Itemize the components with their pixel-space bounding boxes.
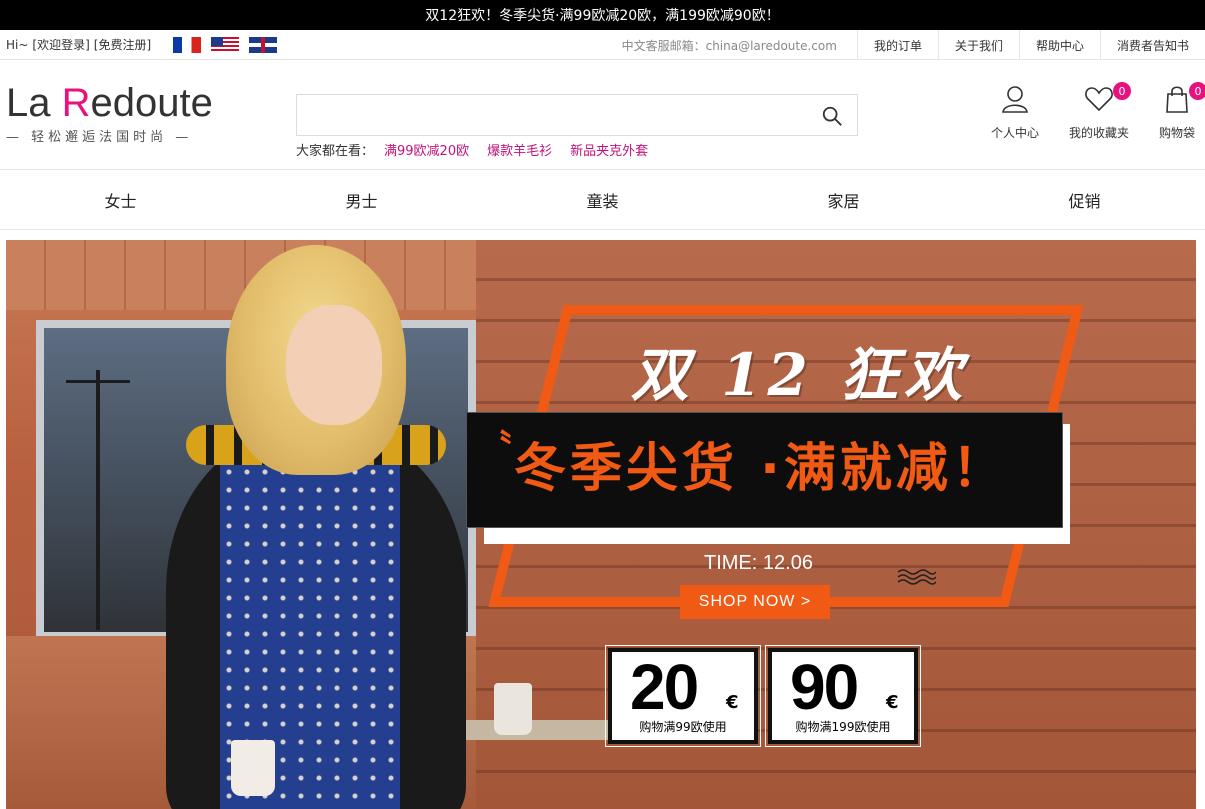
coupon-amount: 90 (790, 651, 859, 723)
banner-mug (494, 683, 532, 735)
hot-tag-link[interactable]: 新品夹克外套 (570, 140, 648, 159)
site-logo[interactable]: La Redoute — 轻松邂逅法国时尚 — (6, 82, 213, 145)
hot-tag-link[interactable]: 爆款羊毛衫 (487, 140, 552, 159)
hot-tag-link[interactable]: 满99欧减20欧 (384, 140, 469, 159)
language-flags (173, 36, 278, 53)
service-email: 中文客服邮箱：china@laredoute.com (621, 38, 837, 53)
search-input[interactable] (297, 95, 797, 135)
greeting-text: Hi~ (6, 37, 29, 52)
waves-icon (897, 569, 936, 585)
top-promo-bar[interactable]: 双12狂欢！冬季尖货·满99欧减20欧，满199欧减90欧！ (0, 0, 1205, 30)
user-icon (1002, 86, 1028, 113)
account-button[interactable]: 个人中心 (991, 84, 1039, 141)
nav-item-women[interactable]: 女士 (0, 170, 241, 229)
promo-headline: 冬季尖货 ·满就减！ (514, 439, 1008, 499)
shopping-bag-icon (1166, 86, 1188, 113)
login-link[interactable]: [欢迎登录] (32, 36, 89, 53)
promo-title: 双 12 狂欢 (631, 341, 969, 409)
about-us-link[interactable]: 关于我们 (937, 30, 1019, 60)
utility-bar: Hi~ [欢迎登录] [免费注册] 中文客服邮箱：china@laredoute… (0, 30, 1205, 60)
cart-count-badge: 0 (1189, 82, 1205, 100)
user-links: Hi~ [欢迎登录] [免费注册] (0, 36, 278, 53)
hot-searches-label: 大家都在看： (296, 144, 375, 159)
header-icons: 个人中心 0 我的收藏夹 0 购物袋 (991, 82, 1205, 141)
logo-wordmark: La Redoute (6, 81, 213, 125)
flag-uk-icon[interactable] (249, 36, 278, 53)
hero-banner[interactable]: 双 12 狂欢 〝 冬季尖货 ·满就减！ TIME: 12.06 SHOP NO… (6, 240, 1196, 809)
account-label: 个人中心 (990, 126, 1039, 140)
nav-item-men[interactable]: 男士 (241, 170, 482, 229)
consumer-notice-link[interactable]: 消费者告知书 (1099, 30, 1205, 60)
favorites-label: 我的收藏夹 (1068, 126, 1129, 140)
favorites-button[interactable]: 0 我的收藏夹 (1068, 82, 1131, 141)
utility-right: 中文客服邮箱：china@laredoute.com 我的订单 关于我们 帮助中… (622, 30, 1205, 60)
nav-item-kids[interactable]: 童装 (482, 170, 723, 229)
logo-tagline: — 轻松邂逅法国时尚 — (6, 130, 193, 145)
search-box (296, 94, 858, 136)
flag-usa-icon[interactable] (211, 36, 240, 53)
coupon-description: 购物满199欧使用 (795, 720, 891, 734)
shop-now-button[interactable]: SHOP NOW > (680, 585, 830, 619)
cart-button[interactable]: 0 购物袋 (1158, 82, 1205, 141)
help-center-link[interactable]: 帮助中心 (1018, 30, 1100, 60)
register-link[interactable]: [免费注册] (94, 36, 151, 53)
banner-pole (96, 370, 100, 630)
model-mug (231, 740, 275, 796)
nav-item-home[interactable]: 家居 (723, 170, 964, 229)
favorites-count-badge: 0 (1112, 82, 1131, 100)
coupon-amount: 20 (630, 651, 699, 723)
top-promo-text[interactable]: 双12狂欢！冬季尖货·满99欧减20欧，满199欧减90欧！ (425, 5, 779, 25)
search-icon[interactable] (821, 105, 843, 127)
heart-icon (1085, 87, 1113, 112)
my-orders-link[interactable]: 我的订单 (856, 30, 938, 60)
cart-label: 购物袋 (1158, 126, 1195, 140)
promo-time: TIME: 12.06 (704, 552, 813, 574)
coupon-currency: € (726, 692, 739, 713)
site-header: La Redoute — 轻松邂逅法国时尚 — 大家都在看： 满99欧减20欧 … (0, 60, 1205, 170)
hot-searches: 大家都在看： 满99欧减20欧 爆款羊毛衫 新品夹克外套 (296, 140, 648, 159)
coupon-card[interactable]: 20 € 购物满99欧使用 (605, 645, 761, 747)
nav-item-sale[interactable]: 促销 (964, 170, 1205, 229)
flag-france-icon[interactable] (173, 36, 202, 53)
promo-quote-mark: 〝 (478, 428, 512, 468)
coupon-description: 购物满99欧使用 (639, 720, 727, 734)
coupon-card[interactable]: 90 € 购物满199欧使用 (765, 645, 921, 747)
main-nav: 女士 男士 童装 家居 促销 (0, 170, 1205, 230)
coupon-currency: € (886, 692, 899, 713)
model-face (286, 305, 382, 425)
banner-model (166, 245, 466, 809)
